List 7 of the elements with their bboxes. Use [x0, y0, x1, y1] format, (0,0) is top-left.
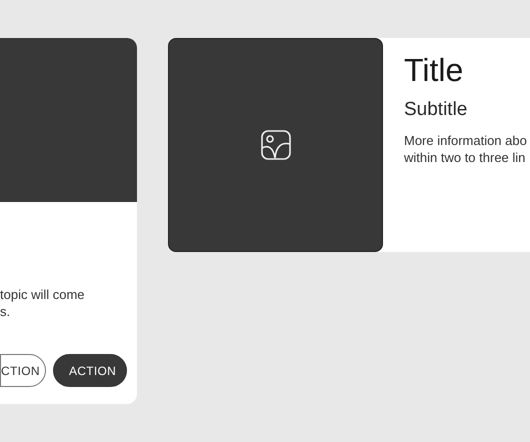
- description-text: More information abo within two to three lin: [404, 132, 527, 166]
- card-title: Title: [404, 51, 464, 90]
- action-button[interactable]: ACTION: [53, 354, 127, 387]
- image-icon: [260, 130, 290, 160]
- description-text: topic will come s.: [0, 286, 86, 320]
- card-subtitle: Subtitle: [404, 98, 468, 122]
- action-button[interactable]: CTION: [0, 354, 46, 387]
